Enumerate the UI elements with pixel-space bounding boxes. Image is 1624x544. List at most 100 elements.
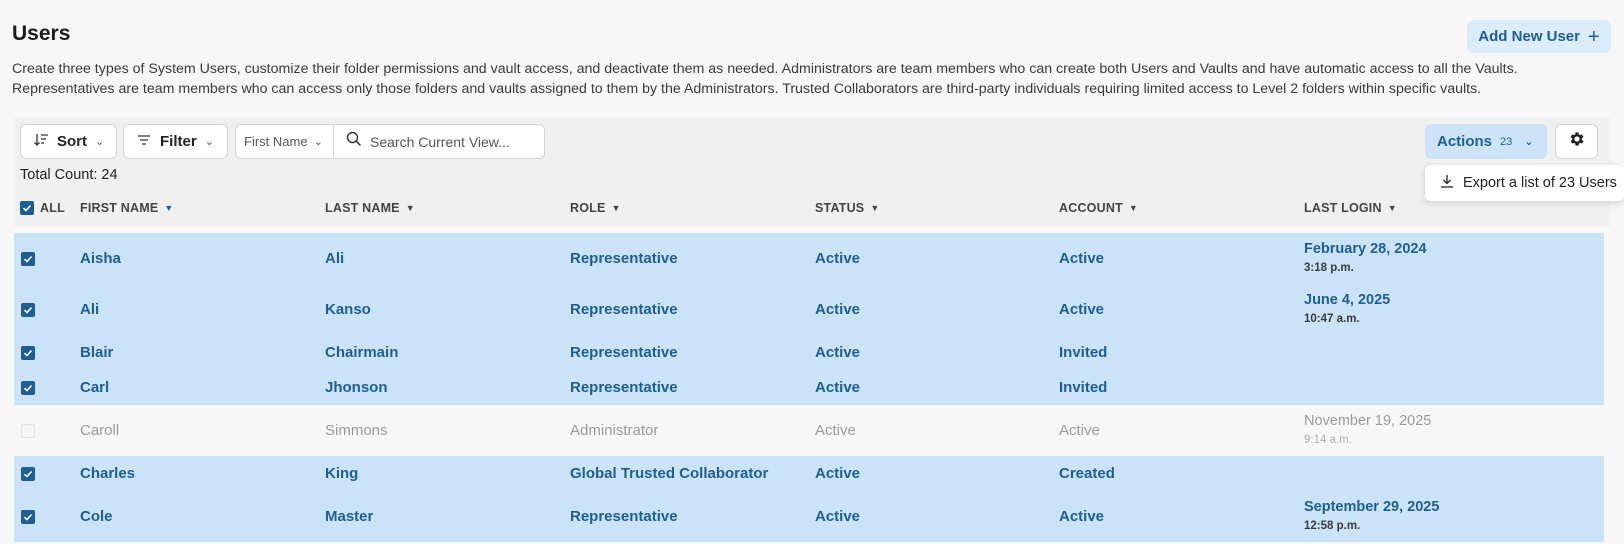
actions-dropdown-menu: Export a list of 23 Users	[1425, 165, 1624, 201]
table-row[interactable]: Ali Kanso Representative Active Active June 4…	[14, 284, 1604, 335]
sort-caret-icon: ▼	[1128, 203, 1139, 213]
actions-label: Actions	[1437, 133, 1493, 150]
search-field-select[interactable]: First Name ⌄	[236, 125, 334, 158]
chevron-down-icon: ⌄	[204, 136, 214, 148]
gear-icon	[1568, 130, 1586, 153]
page-title: Users	[12, 22, 71, 45]
cell-status: Active	[815, 343, 861, 361]
settings-button[interactable]	[1555, 124, 1598, 159]
cell-last: Ali	[325, 249, 345, 267]
cell-account: Active	[1059, 300, 1105, 318]
cell-account: Invited	[1059, 378, 1108, 396]
cell-status: Active	[815, 249, 861, 267]
cell-last-login-date: November 19, 2025	[1304, 412, 1432, 429]
search-group: First Name ⌄	[235, 124, 545, 159]
cell-role: Representative	[570, 249, 678, 267]
column-header-last-name[interactable]: LAST NAME ▼	[325, 199, 415, 217]
filter-button[interactable]: Filter ⌄	[123, 124, 228, 159]
cell-first[interactable]: Carl	[80, 379, 109, 396]
add-new-user-button[interactable]: Add New User +	[1467, 20, 1611, 53]
sort-caret-icon: ▼	[405, 203, 415, 213]
row-checkbox[interactable]	[21, 423, 35, 438]
cell-last-login-time: 10:47 a.m.	[1304, 312, 1360, 325]
cell-first[interactable]: Ali	[80, 301, 99, 318]
column-header-account[interactable]: ACCOUNT ▼	[1059, 199, 1138, 217]
cell-first[interactable]: Blair	[80, 344, 113, 361]
table-row[interactable]: Charles King Global Trusted Collaborator Ac…	[14, 456, 1604, 491]
select-all-checkbox[interactable]	[20, 201, 34, 215]
actions-count-badge: 23	[1500, 135, 1513, 148]
select-all-header[interactable]: ALL	[20, 199, 65, 217]
column-header-label: FIRST NAME	[80, 201, 159, 215]
users-table-body: Aisha Ali Representative Active Active Februa…	[14, 233, 1604, 542]
cell-status: Active	[815, 464, 861, 482]
search-icon	[346, 131, 362, 152]
cell-status: Active	[815, 421, 856, 439]
cell-last-login-time: 12:58 p.m.	[1304, 519, 1361, 532]
cell-first[interactable]: Charles	[80, 465, 135, 482]
chevron-down-icon: ⌄	[1524, 136, 1534, 148]
cell-status: Active	[815, 378, 861, 396]
sort-label: Sort	[57, 133, 87, 150]
cell-first[interactable]: Aisha	[80, 250, 121, 267]
cell-account: Active	[1059, 421, 1100, 439]
actions-button[interactable]: Actions 23 ⌄	[1425, 124, 1547, 159]
cell-last-login-time: 3:18 p.m.	[1304, 261, 1354, 274]
cell-role: Representative	[570, 378, 678, 396]
cell-status: Active	[815, 507, 861, 525]
cell-last: Kanso	[325, 300, 371, 318]
cell-role: Representative	[570, 343, 678, 361]
filter-icon	[136, 132, 152, 152]
cell-last: Simmons	[325, 421, 388, 439]
cell-last-login-date: February 28, 2024	[1304, 240, 1427, 257]
row-checkbox[interactable]	[21, 302, 35, 317]
cell-last: Master	[325, 507, 374, 525]
column-header-label: LAST NAME	[325, 201, 400, 215]
column-header-status[interactable]: STATUS ▼	[815, 199, 879, 217]
cell-last-login-date: June 4, 2025	[1304, 291, 1391, 308]
column-header-role[interactable]: ROLE ▼	[570, 199, 621, 217]
filter-label: Filter	[160, 133, 197, 150]
cell-status: Active	[815, 300, 861, 318]
download-icon	[1439, 173, 1455, 193]
column-header-label: LAST LOGIN	[1304, 201, 1382, 215]
sort-caret-icon: ▼	[164, 203, 174, 213]
sort-button[interactable]: Sort ⌄	[20, 124, 117, 159]
cell-last-login-time: 9:14 a.m.	[1304, 433, 1352, 446]
add-new-user-label: Add New User	[1478, 28, 1580, 45]
cell-role: Global Trusted Collaborator	[570, 464, 769, 482]
column-header-label: STATUS	[815, 201, 865, 215]
row-checkbox[interactable]	[21, 251, 35, 266]
row-checkbox[interactable]	[21, 380, 35, 395]
table-row[interactable]: Carl Jhonson Representative Active Invited	[14, 370, 1604, 405]
column-header-last-login[interactable]: LAST LOGIN ▼	[1304, 199, 1397, 217]
search-input[interactable]	[370, 133, 540, 150]
sort-icon	[33, 132, 49, 152]
sort-caret-icon: ▼	[870, 203, 880, 213]
cell-account: Active	[1059, 249, 1105, 267]
table-row[interactable]: Cole Master Representative Active Active Sept…	[14, 491, 1604, 542]
chevron-down-icon: ⌄	[95, 136, 105, 148]
row-checkbox[interactable]	[21, 509, 35, 524]
row-checkbox[interactable]	[21, 466, 35, 481]
table-row[interactable]: Caroll Simmons Administrator Active Active No…	[14, 405, 1604, 456]
cell-account: Invited	[1059, 343, 1108, 361]
cell-first[interactable]: Caroll	[80, 422, 119, 439]
cell-first[interactable]: Cole	[80, 508, 113, 525]
table-row[interactable]: Aisha Ali Representative Active Active Februa…	[14, 233, 1604, 284]
export-users-menu-item[interactable]: Export a list of 23 Users	[1463, 175, 1617, 191]
cell-last-login-date: September 29, 2025	[1304, 498, 1440, 515]
cell-role: Representative	[570, 507, 678, 525]
sort-caret-icon: ▼	[1387, 203, 1397, 213]
column-header-label: ROLE	[570, 201, 606, 215]
table-row[interactable]: Blair Chairmain Representative Active Invite…	[14, 335, 1604, 370]
chevron-down-icon: ⌄	[313, 136, 323, 148]
page-description: Create three types of System Users, cust…	[12, 61, 1518, 97]
cell-account: Created	[1059, 464, 1115, 482]
cell-role: Administrator	[570, 421, 659, 439]
search-input-wrapper	[334, 131, 544, 152]
column-header-first-name[interactable]: FIRST NAME ▼	[80, 199, 174, 217]
row-checkbox[interactable]	[21, 345, 35, 360]
cell-last: Jhonson	[325, 378, 388, 396]
column-header-label: ACCOUNT	[1059, 201, 1123, 215]
